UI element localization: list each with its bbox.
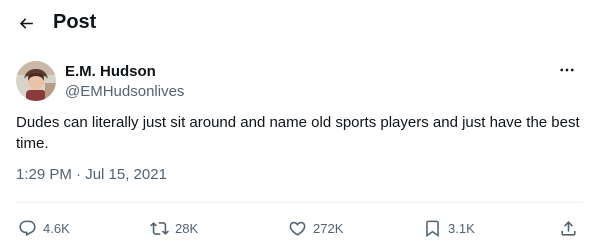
reply-count: 4.6K [43, 220, 70, 236]
back-button[interactable] [12, 9, 40, 37]
share-button[interactable] [559, 214, 578, 242]
post-header: Post [0, 0, 599, 46]
share-icon [561, 220, 576, 236]
action-bar: 4.6K 28K 272K 3.1K [0, 214, 599, 242]
repost-count: 28K [175, 220, 199, 236]
heart-icon [289, 221, 306, 236]
author-handle[interactable]: @EMHudsonlives [65, 83, 184, 101]
speech-bubble-icon [19, 220, 36, 236]
avatar-photo-icon [16, 61, 56, 101]
bookmark-icon [426, 220, 439, 237]
divider [16, 202, 583, 203]
bookmark-count: 3.1K [448, 220, 475, 236]
page-title: Post [53, 11, 97, 33]
avatar[interactable] [16, 61, 56, 101]
repost-button[interactable]: 28K [150, 214, 198, 242]
more-options-button[interactable] [553, 59, 581, 81]
bookmark-button[interactable]: 3.1K [423, 214, 475, 242]
arrow-left-icon [19, 17, 33, 29]
like-count: 272K [313, 220, 344, 236]
retweet-icon [150, 221, 169, 235]
more-dots-icon [560, 68, 574, 72]
reply-button[interactable]: 4.6K [18, 214, 70, 242]
author-name[interactable]: E.M. Hudson [65, 63, 156, 81]
like-button[interactable]: 272K [288, 214, 343, 242]
post-text: Dudes can literally just sit around and … [16, 114, 580, 152]
post-timestamp[interactable]: 1:29 PM · Jul 15, 2021 [16, 166, 167, 184]
